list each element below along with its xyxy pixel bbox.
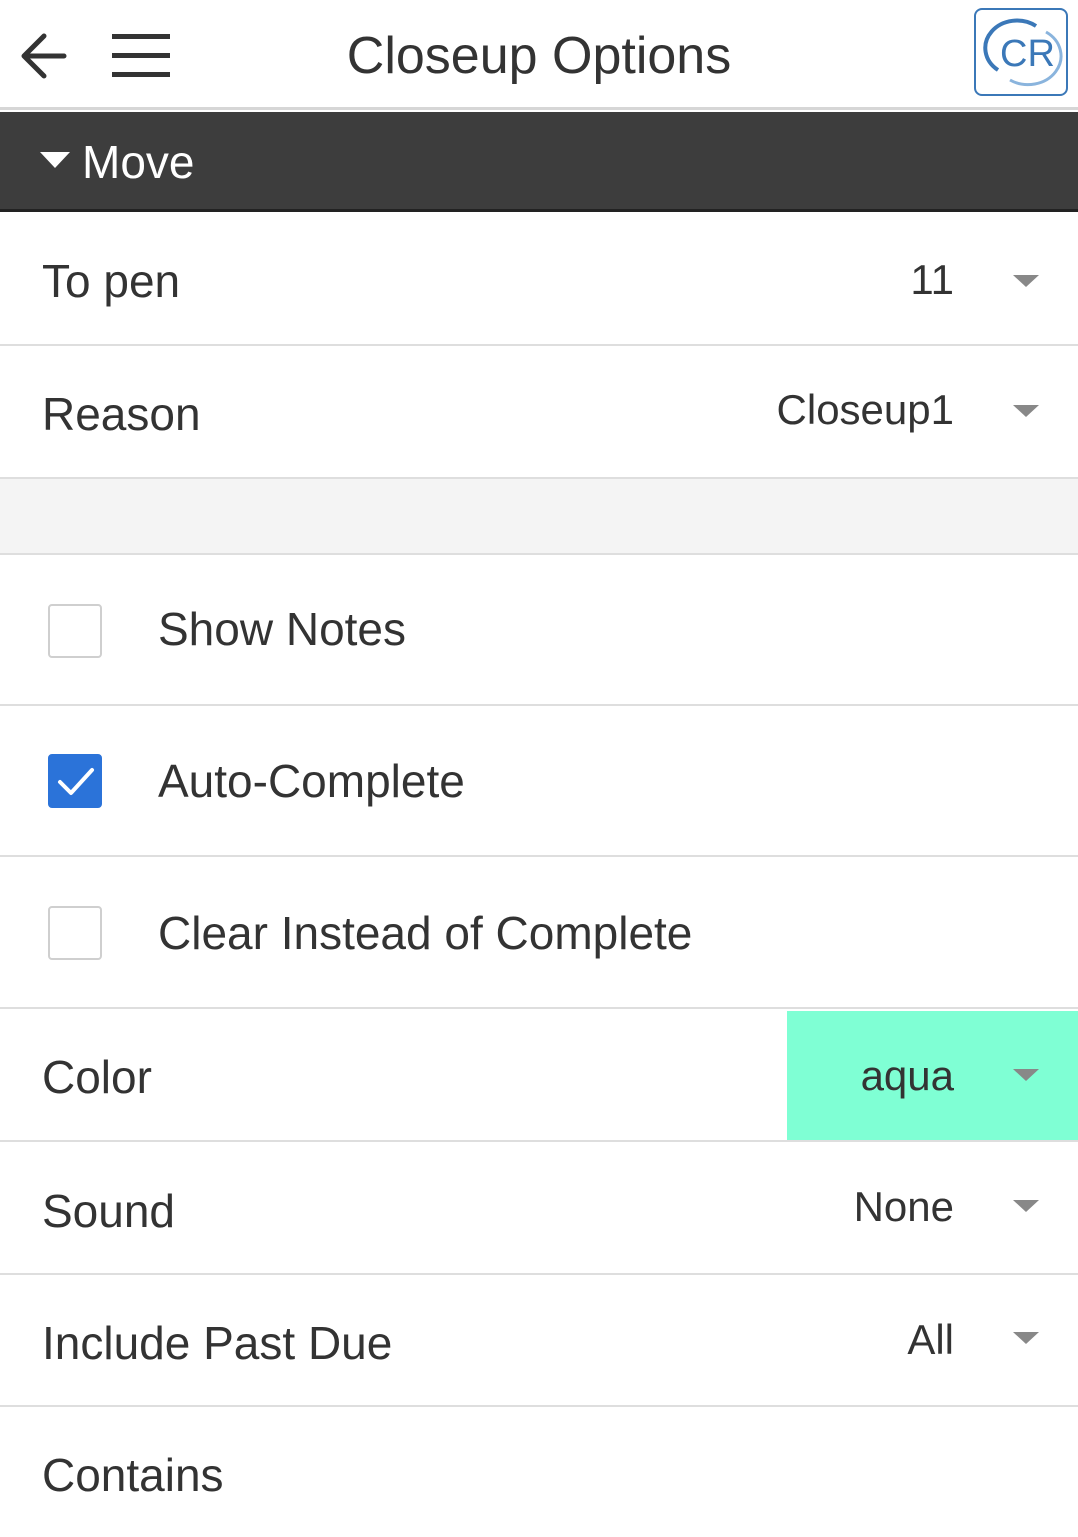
logo-text: CR [1000, 33, 1055, 75]
clear-instead-label: Clear Instead of Complete [158, 907, 693, 959]
to-pen-select[interactable]: To pen 11 [0, 215, 1078, 346]
contains-label: Contains [42, 1449, 224, 1501]
color-label: Color [42, 1051, 152, 1103]
show-notes-row[interactable]: Show Notes [0, 557, 1078, 706]
chevron-down-icon [1013, 1332, 1039, 1344]
page-title: Closeup Options [346, 27, 732, 85]
reason-label: Reason [42, 388, 201, 440]
include-past-due-value: All [907, 1316, 954, 1363]
sound-value: None [853, 1183, 954, 1230]
to-pen-value: 11 [910, 256, 954, 303]
move-section-header[interactable]: Move [0, 112, 1078, 212]
color-select[interactable]: Color aqua [0, 1011, 1078, 1142]
sound-label: Sound [42, 1185, 176, 1237]
contains-field[interactable]: Contains [0, 1409, 1078, 1537]
chevron-down-icon [1013, 1200, 1039, 1212]
sound-select[interactable]: Sound None [0, 1144, 1078, 1275]
to-pen-label: To pen [42, 255, 181, 307]
chevron-down-icon [1013, 275, 1039, 287]
reason-select[interactable]: Reason Closeup1 [0, 348, 1078, 479]
show-notes-checkbox[interactable] [48, 604, 102, 658]
auto-complete-row[interactable]: Auto-Complete [0, 708, 1078, 857]
chevron-down-icon [1013, 405, 1039, 417]
app-logo[interactable]: CR [974, 8, 1068, 96]
app-bar: Closeup Options CR [0, 0, 1078, 110]
clear-instead-row[interactable]: Clear Instead of Complete [0, 859, 1078, 1009]
include-past-due-select[interactable]: Include Past Due All [0, 1277, 1078, 1407]
chevron-down-icon [1013, 1069, 1039, 1081]
caret-down-icon [40, 152, 70, 168]
auto-complete-label: Auto-Complete [158, 755, 465, 807]
color-value: aqua [860, 1052, 954, 1099]
include-past-due-label: Include Past Due [42, 1317, 393, 1369]
auto-complete-checkbox[interactable] [48, 754, 102, 808]
cr-logo-icon: CR [983, 18, 1063, 87]
clear-instead-checkbox[interactable] [48, 906, 102, 960]
section-divider [0, 479, 1078, 555]
checkmark-icon [58, 768, 94, 795]
show-notes-label: Show Notes [158, 603, 407, 655]
reason-value: Closeup1 [776, 386, 954, 433]
section-title: Move [82, 136, 195, 188]
